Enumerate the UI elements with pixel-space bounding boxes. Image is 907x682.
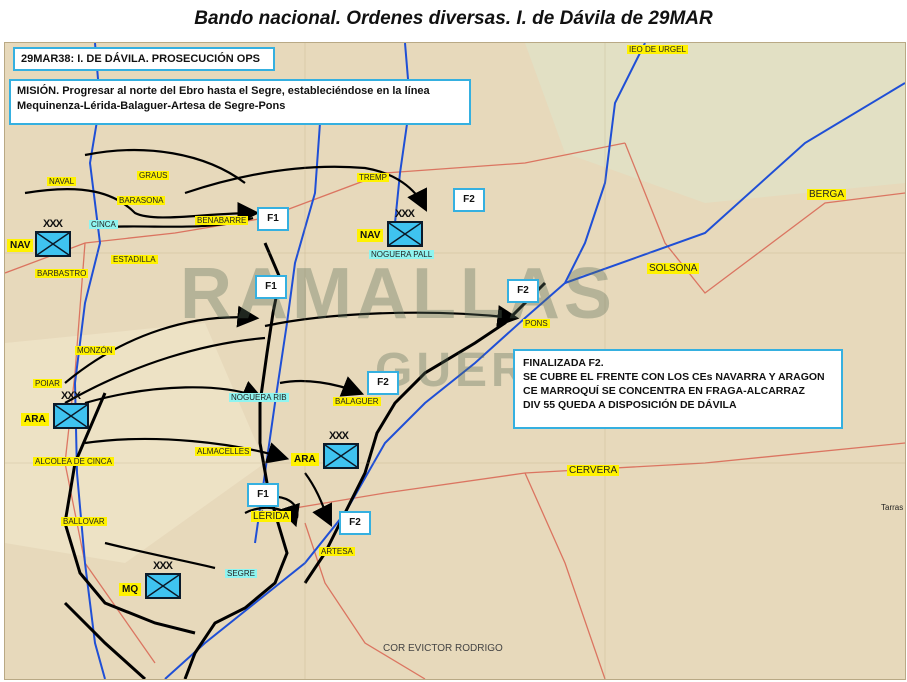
unit-echelon: XXX bbox=[153, 560, 173, 572]
place-naval: NAVAL bbox=[47, 177, 77, 186]
unit-nav-east[interactable]: XXX bbox=[387, 209, 427, 249]
phase-f1-benabarre[interactable]: F1 bbox=[257, 207, 289, 231]
place-graus: GRAUS bbox=[137, 171, 170, 180]
place-monzon: MONZÓN bbox=[75, 346, 115, 355]
watermark-text: RAMALLAS bbox=[180, 254, 616, 334]
phase-f2-artesa[interactable]: F2 bbox=[339, 511, 371, 535]
unit-echelon: XXX bbox=[329, 430, 349, 442]
place-noguera-pall: NOGUERA PALL bbox=[369, 250, 435, 259]
unit-label-ara-west: ARA bbox=[21, 413, 49, 426]
place-pons: PONS bbox=[523, 319, 550, 328]
place-segre: SEGRE bbox=[225, 569, 258, 578]
place-noguera-rib: NOGUERA RIB bbox=[229, 393, 289, 402]
place-barbastro: BARBASTRO bbox=[35, 269, 89, 278]
unit-ara-west[interactable]: XXX bbox=[53, 391, 93, 431]
unit-label-mq: MQ bbox=[119, 583, 142, 596]
unit-echelon: XXX bbox=[395, 208, 415, 220]
phase-f1-lerida[interactable]: F1 bbox=[247, 483, 279, 507]
status-line-3: CE MARROQUÍ SE CONCENTRA EN FRAGA-ALCARR… bbox=[523, 385, 805, 397]
unit-echelon: XXX bbox=[43, 218, 63, 230]
unit-nav-west[interactable]: XXX bbox=[35, 219, 75, 259]
place-lerida: LÉRIDA bbox=[251, 511, 292, 522]
mission-line-2: Mequinenza-Lérida-Balaguer-Artesa de Seg… bbox=[17, 100, 286, 112]
mission-box: MISIÓN. Progresar al norte del Ebro hast… bbox=[9, 79, 471, 125]
place-tarrasa: Tarras bbox=[881, 503, 904, 512]
map-credit: COR EVICTOR RODRIGO bbox=[383, 643, 503, 654]
unit-symbol-icon bbox=[35, 231, 71, 257]
phase-f2-tremp[interactable]: F2 bbox=[453, 188, 485, 212]
unit-label-nav-west: NAV bbox=[7, 239, 34, 252]
place-seo-urgel: IEO DE URGEL bbox=[627, 45, 688, 54]
place-alcolea: ALCOLEA DE CINCA bbox=[33, 457, 114, 466]
unit-symbol-icon bbox=[323, 443, 359, 469]
unit-label-nav-east: NAV bbox=[357, 229, 384, 242]
unit-symbol-icon bbox=[387, 221, 423, 247]
place-artesa: ARTESA bbox=[319, 547, 355, 556]
place-estadilla: ESTADILLA bbox=[111, 255, 158, 264]
place-ballobar: BALLOVAR bbox=[61, 517, 107, 526]
phase-f2-balaguer[interactable]: F2 bbox=[367, 371, 399, 395]
unit-echelon: XXX bbox=[61, 390, 81, 402]
status-line-2: SE CUBRE EL FRENTE CON LOS CEs NAVARRA Y… bbox=[523, 371, 825, 383]
place-solsona: SOLSONA bbox=[647, 263, 700, 274]
map-canvas[interactable]: RAMALLAS GUERRA IEO DE URGEL BERGA SOLSO… bbox=[4, 42, 906, 680]
phase-f1-center[interactable]: F1 bbox=[255, 275, 287, 299]
place-cinca: CINCA bbox=[89, 220, 118, 229]
place-tremp: TREMP bbox=[357, 173, 389, 182]
unit-ara-east[interactable]: XXX bbox=[323, 431, 363, 471]
status-line-4: DIV 55 QUEDA A DISPOSICIÓN DE DÁVILA bbox=[523, 399, 737, 411]
place-barasona: BARASONA bbox=[117, 196, 166, 205]
place-benabarre: BENABARRE bbox=[195, 216, 249, 225]
place-cervera: CERVERA bbox=[567, 465, 620, 476]
place-berga: BERGA bbox=[807, 189, 847, 200]
place-poiar: POIAR bbox=[33, 379, 62, 388]
mission-line-1: MISIÓN. Progresar al norte del Ebro hast… bbox=[17, 85, 430, 97]
unit-symbol-icon bbox=[53, 403, 89, 429]
phase-f2-pons[interactable]: F2 bbox=[507, 279, 539, 303]
status-line-1: FINALIZADA F2. bbox=[523, 357, 604, 369]
place-almacelles: ALMACELLES bbox=[195, 447, 252, 456]
unit-symbol-icon bbox=[145, 573, 181, 599]
unit-mq[interactable]: XXX bbox=[145, 561, 185, 601]
header-box: 29MAR38: I. DE DÁVILA. PROSECUCIÓN OPS bbox=[13, 47, 275, 71]
place-balaguer: BALAGUER bbox=[333, 397, 381, 406]
unit-label-ara-east: ARA bbox=[291, 453, 319, 466]
page-title: Bando nacional. Ordenes diversas. I. de … bbox=[194, 8, 713, 29]
status-box: FINALIZADA F2. SE CUBRE EL FRENTE CON LO… bbox=[513, 349, 843, 429]
